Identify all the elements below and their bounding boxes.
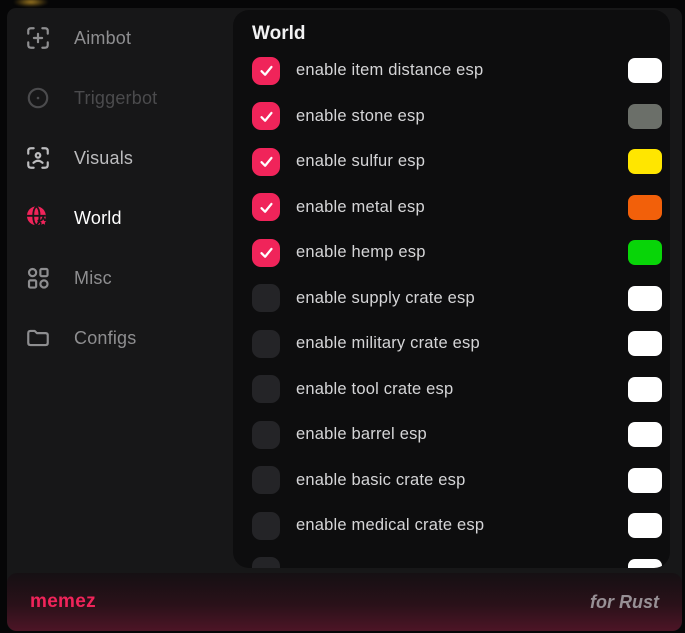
esp-color-swatch[interactable] <box>628 559 662 568</box>
settings-list: enable item distance esp enable stone es… <box>252 48 662 568</box>
esp-color-swatch[interactable] <box>628 377 662 402</box>
circle-dot-icon <box>25 85 51 111</box>
esp-row-label: enable barrel esp <box>296 425 628 444</box>
esp-checkbox[interactable] <box>252 557 280 568</box>
esp-row-label: enable tool crate esp <box>296 380 628 399</box>
settings-row: enable tool crate esp <box>252 367 662 413</box>
settings-row: enable supply crate esp <box>252 276 662 322</box>
esp-row-label: enable medical crate esp <box>296 516 628 535</box>
esp-checkbox[interactable] <box>252 421 280 449</box>
sidebar-item-label: Triggerbot <box>74 88 157 109</box>
esp-row-label: enable stone esp <box>296 107 628 126</box>
esp-checkbox[interactable] <box>252 102 280 130</box>
esp-row-label: enable basic crate esp <box>296 471 628 490</box>
settings-row: enable military crate esp <box>252 321 662 367</box>
esp-color-swatch[interactable] <box>628 468 662 493</box>
sidebar-item-world[interactable]: World <box>7 188 233 248</box>
settings-row: enable sulfur esp <box>252 139 662 185</box>
settings-row: enable item distance esp <box>252 48 662 94</box>
esp-row-label: enable metal esp <box>296 198 628 217</box>
settings-row: enable hemp esp <box>252 230 662 276</box>
esp-color-swatch[interactable] <box>628 422 662 447</box>
esp-color-swatch[interactable] <box>628 513 662 538</box>
footer-bar: memez for Rust <box>7 573 682 631</box>
world-settings-panel: World enable item distance esp enable st… <box>233 10 670 568</box>
folder-icon <box>25 325 51 351</box>
esp-checkbox[interactable] <box>252 239 280 267</box>
brand-tagline: for Rust <box>590 592 659 613</box>
checkmark-icon <box>258 199 275 216</box>
sidebar-item-label: Aimbot <box>74 28 131 49</box>
sidebar: Aimbot Triggerbot Visuals World Misc Con… <box>7 8 233 571</box>
esp-checkbox[interactable] <box>252 330 280 358</box>
esp-checkbox[interactable] <box>252 466 280 494</box>
esp-color-swatch[interactable] <box>628 104 662 129</box>
settings-row: enable barrel esp <box>252 412 662 458</box>
esp-row-label: enable hemp esp <box>296 243 628 262</box>
settings-row: enable basic crate esp <box>252 458 662 504</box>
esp-color-swatch[interactable] <box>628 149 662 174</box>
esp-checkbox[interactable] <box>252 148 280 176</box>
settings-row: enable medical crate esp <box>252 503 662 549</box>
sidebar-item-label: World <box>74 208 122 229</box>
sidebar-item-label: Visuals <box>74 148 133 169</box>
settings-row: enable metal esp <box>252 185 662 231</box>
checkmark-icon <box>258 244 275 261</box>
sidebar-item-label: Configs <box>74 328 136 349</box>
esp-color-swatch[interactable] <box>628 240 662 265</box>
grid-shapes-icon <box>25 265 51 291</box>
sidebar-item-triggerbot[interactable]: Triggerbot <box>7 68 233 128</box>
brand-name: memez <box>30 591 96 613</box>
checkmark-icon <box>258 108 275 125</box>
esp-checkbox[interactable] <box>252 284 280 312</box>
esp-row-label: enable supply crate esp <box>296 289 628 308</box>
esp-checkbox[interactable] <box>252 57 280 85</box>
esp-checkbox[interactable] <box>252 193 280 221</box>
crosshair-icon <box>25 25 51 51</box>
person-scan-icon <box>25 145 51 171</box>
sidebar-item-aimbot[interactable]: Aimbot <box>7 8 233 68</box>
settings-row <box>252 549 662 569</box>
sidebar-item-visuals[interactable]: Visuals <box>7 128 233 188</box>
cheat-menu-window: Aimbot Triggerbot Visuals World Misc Con… <box>7 8 682 631</box>
sidebar-item-configs[interactable]: Configs <box>7 308 233 368</box>
checkmark-icon <box>258 153 275 170</box>
background-artifact <box>14 0 48 7</box>
esp-color-swatch[interactable] <box>628 331 662 356</box>
esp-checkbox[interactable] <box>252 512 280 540</box>
sidebar-item-misc[interactable]: Misc <box>7 248 233 308</box>
globe-star-icon <box>25 205 51 231</box>
esp-color-swatch[interactable] <box>628 286 662 311</box>
esp-color-swatch[interactable] <box>628 58 662 83</box>
esp-row-label: enable sulfur esp <box>296 152 628 171</box>
settings-row: enable stone esp <box>252 94 662 140</box>
sidebar-item-label: Misc <box>74 268 112 289</box>
checkmark-icon <box>258 62 275 79</box>
esp-row-label: enable item distance esp <box>296 61 628 80</box>
esp-checkbox[interactable] <box>252 375 280 403</box>
esp-row-label: enable military crate esp <box>296 334 628 353</box>
esp-color-swatch[interactable] <box>628 195 662 220</box>
page-title: World <box>252 23 662 45</box>
